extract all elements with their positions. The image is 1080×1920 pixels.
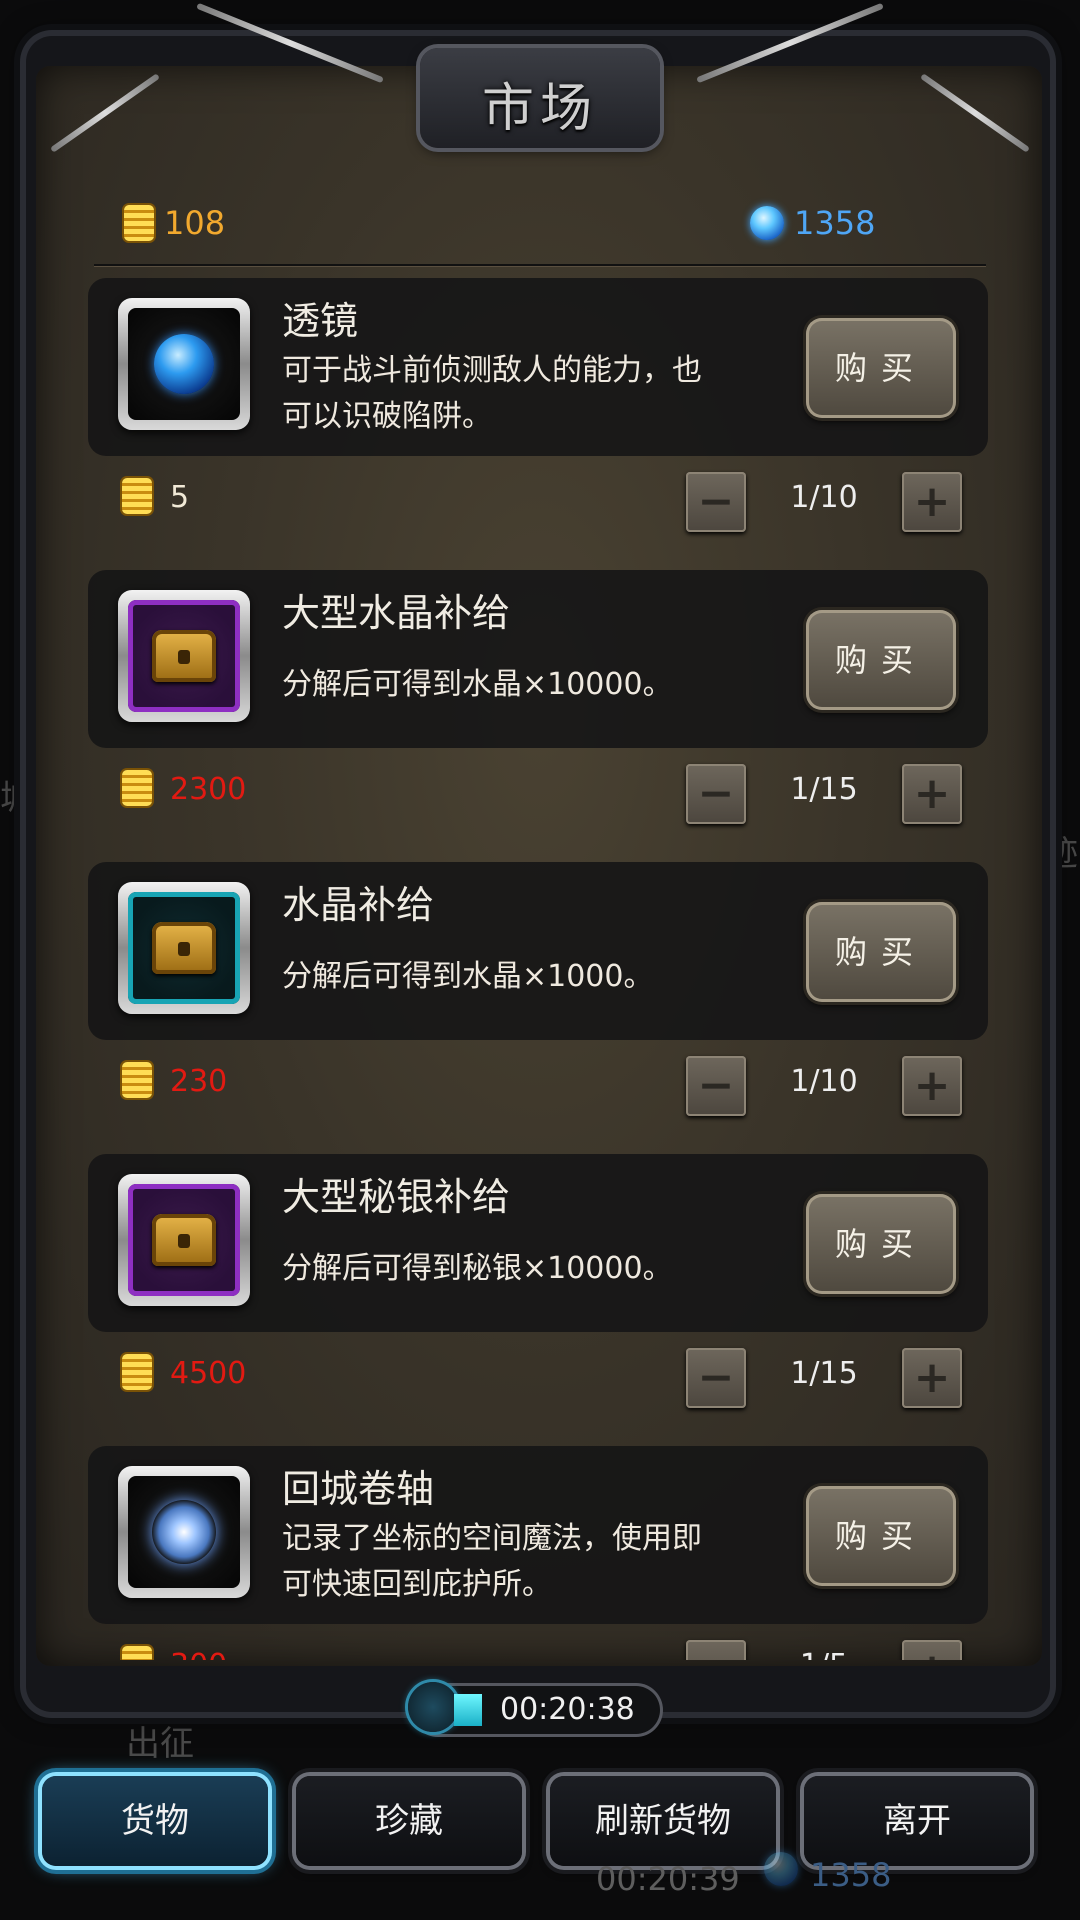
gold-coin-icon	[122, 1062, 152, 1098]
item-icon-frame	[118, 1466, 250, 1598]
gem-amount: 1358	[794, 204, 876, 242]
background-gem-icon	[764, 1852, 798, 1886]
lens-orb-icon	[154, 334, 214, 394]
item-card: 回城卷轴 记录了坐标的空间魔法，使用即可快速回到庇护所。 购买	[88, 1446, 988, 1624]
price-row: 5 − 1/10 +	[88, 472, 988, 532]
buy-button[interactable]: 购买	[806, 610, 956, 710]
list-item: 回城卷轴 记录了坐标的空间魔法，使用即可快速回到庇护所。 购买 300 − 1/…	[88, 1446, 988, 1660]
list-item: 大型秘银补给 分解后可得到秘银×10000。 购买 4500 − 1/15 +	[88, 1154, 988, 1446]
quantity-value: 1/5	[748, 1646, 900, 1660]
item-icon-frame	[118, 590, 250, 722]
gold-coin-icon	[122, 1354, 152, 1390]
decrease-quantity-button[interactable]: −	[686, 1056, 746, 1116]
blue-gem-icon	[750, 206, 784, 240]
portal-scroll-icon	[152, 1500, 216, 1564]
list-item: 大型水晶补给 分解后可得到水晶×10000。 购买 2300 − 1/15 +	[88, 570, 988, 862]
buy-button[interactable]: 购买	[806, 1194, 956, 1294]
increase-quantity-button[interactable]: +	[902, 1056, 962, 1116]
item-price: 2300	[170, 772, 247, 807]
leave-button[interactable]: 离开	[804, 1776, 1030, 1866]
tab-collection[interactable]: 珍藏	[296, 1776, 522, 1866]
background-timer: 00:20:39	[596, 1860, 740, 1898]
gold-balance: 108	[124, 204, 225, 242]
gem-balance: 1358	[750, 204, 875, 242]
item-description: 分解后可得到水晶×1000。	[282, 959, 654, 994]
buy-button[interactable]: 购买	[806, 1486, 956, 1586]
item-price: 230	[170, 1064, 228, 1099]
item-card: 大型水晶补给 分解后可得到水晶×10000。 购买	[88, 570, 988, 748]
item-card: 透镜 可于战斗前侦测敌人的能力，也可以识破陷阱。 购买	[88, 278, 988, 456]
decrease-quantity-button[interactable]: −	[686, 1640, 746, 1660]
decrease-quantity-button[interactable]: −	[686, 472, 746, 532]
tab-goods[interactable]: 货物	[42, 1776, 268, 1866]
quantity-value: 1/15	[790, 1356, 858, 1391]
item-icon-frame	[118, 882, 250, 1014]
item-price: 300	[170, 1646, 227, 1660]
gold-coin-icon	[124, 205, 154, 241]
increase-quantity-button[interactable]: +	[902, 1348, 962, 1408]
decrease-quantity-button[interactable]: −	[686, 1348, 746, 1408]
background-go-label: 出征	[126, 1724, 194, 1764]
quantity-value: 1/10	[790, 480, 858, 515]
item-name: 大型秘银补给	[282, 1175, 511, 1219]
item-list[interactable]: 透镜 可于战斗前侦测敌人的能力，也可以识破陷阱。 购买 5 − 1/10 + 大…	[88, 278, 988, 1660]
gold-coin-icon	[122, 478, 152, 514]
gold-coin-icon	[122, 770, 152, 806]
timer-text: 00:20:38	[500, 1692, 635, 1727]
treasure-chest-icon	[152, 630, 216, 682]
item-name: 大型水晶补给	[282, 591, 511, 635]
price-row: 300 − 1/5 +	[88, 1640, 988, 1660]
item-name: 回城卷轴	[282, 1467, 435, 1511]
gold-coin-icon	[122, 1646, 152, 1660]
item-card: 水晶补给 分解后可得到水晶×1000。 购买	[88, 862, 988, 1040]
treasure-chest-icon	[152, 1214, 216, 1266]
timer-progress	[454, 1694, 482, 1726]
item-icon-frame	[118, 298, 250, 430]
treasure-chest-icon	[152, 922, 216, 974]
header-divider	[94, 264, 986, 266]
decrease-quantity-button[interactable]: −	[686, 764, 746, 824]
refresh-timer: 00:20:38	[408, 1682, 660, 1734]
item-description: 记录了坐标的空间魔法，使用即可快速回到庇护所。	[282, 1521, 702, 1602]
page-title: 市场	[481, 79, 598, 139]
increase-quantity-button[interactable]: +	[902, 764, 962, 824]
item-icon-frame	[118, 1174, 250, 1306]
buy-button[interactable]: 购买	[806, 318, 956, 418]
background-gem-amount: 1358	[810, 1856, 892, 1894]
gold-amount: 108	[164, 204, 226, 242]
item-price: 5	[170, 480, 190, 515]
increase-quantity-button[interactable]: +	[902, 1640, 962, 1660]
item-name: 透镜	[282, 299, 359, 343]
buy-button[interactable]: 购买	[806, 902, 956, 1002]
item-description: 可于战斗前侦测敌人的能力，也可以识破陷阱。	[282, 353, 702, 434]
price-row: 2300 − 1/15 +	[88, 764, 988, 824]
refresh-goods-button[interactable]: 刷新货物	[550, 1776, 776, 1866]
list-item: 水晶补给 分解后可得到水晶×1000。 购买 230 − 1/10 +	[88, 862, 988, 1154]
list-item: 透镜 可于战斗前侦测敌人的能力，也可以识破陷阱。 购买 5 − 1/10 +	[88, 278, 988, 570]
clock-icon	[408, 1682, 458, 1732]
item-description: 分解后可得到水晶×10000。	[282, 667, 673, 702]
quantity-value: 1/15	[790, 772, 858, 807]
price-row: 4500 − 1/15 +	[88, 1348, 988, 1408]
item-price: 4500	[170, 1356, 247, 1391]
quantity-value: 1/10	[790, 1064, 858, 1099]
item-name: 水晶补给	[282, 883, 435, 927]
price-row: 230 − 1/10 +	[88, 1056, 988, 1116]
item-card: 大型秘银补给 分解后可得到秘银×10000。 购买	[88, 1154, 988, 1332]
item-description: 分解后可得到秘银×10000。	[282, 1251, 673, 1286]
increase-quantity-button[interactable]: +	[902, 472, 962, 532]
